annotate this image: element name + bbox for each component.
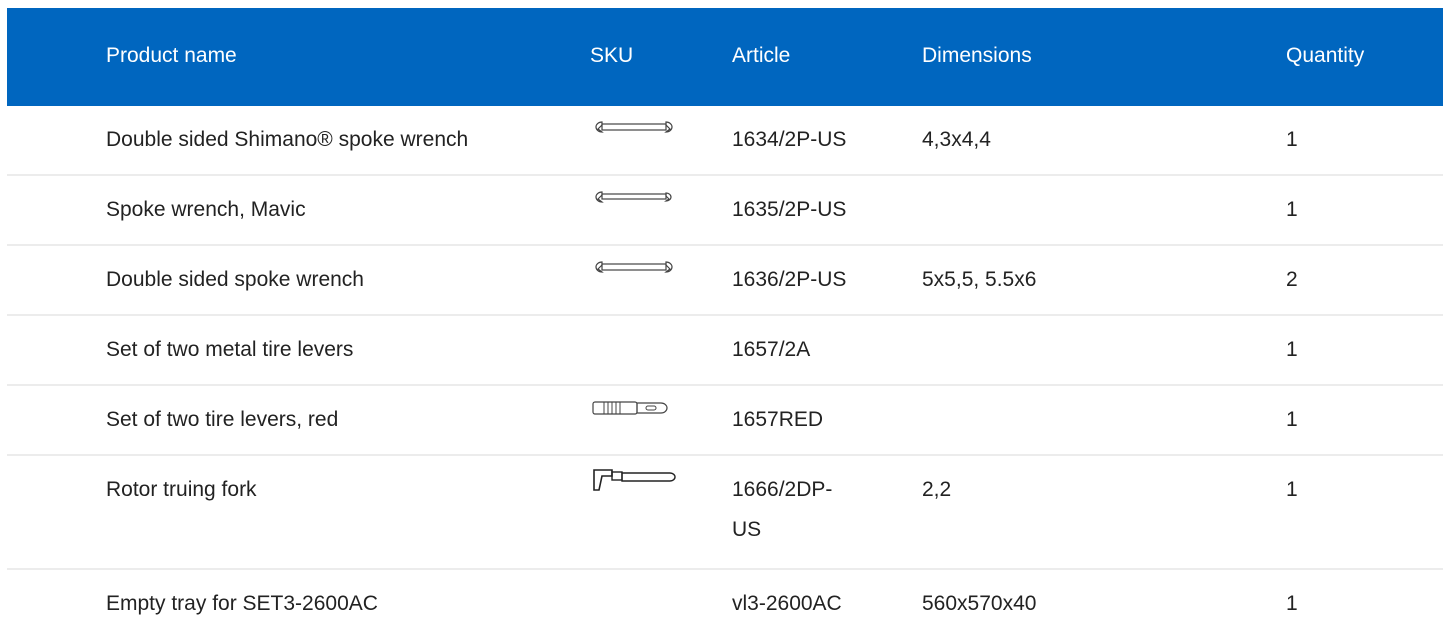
quantity: 1 — [1286, 592, 1298, 615]
table-row: Set of two tire levers, red 1657RED 1 — [7, 386, 1443, 456]
table-row: Rotor truing fork 1666/2DP-US 2,2 1 — [7, 456, 1443, 570]
double-spoke-wrench-icon — [595, 121, 673, 133]
product-name: Set of two tire levers, red — [106, 408, 339, 431]
dimensions: 2,2 — [922, 478, 952, 501]
table-row: Double sided Shimano® spoke wrench 1634/… — [7, 106, 1443, 176]
tire-lever-icon — [592, 401, 668, 415]
article-number: 1657RED — [732, 408, 824, 431]
header-dimensions: Dimensions — [922, 44, 1032, 67]
table-row: Set of two metal tire levers 1657/2A 1 — [7, 316, 1443, 386]
quantity: 1 — [1286, 198, 1298, 221]
header-article: Article — [732, 44, 791, 67]
quantity: 1 — [1286, 338, 1298, 361]
spoke-wrench-icon — [595, 191, 672, 203]
header-quantity: Quantity — [1286, 44, 1365, 67]
product-name: Rotor truing fork — [106, 478, 257, 501]
table-row: Spoke wrench, Mavic 1635/2P-US 1 — [7, 176, 1443, 246]
article-number: 1666/2DP-US — [732, 478, 833, 541]
quantity: 2 — [1286, 268, 1298, 291]
article-number: 1635/2P-US — [732, 198, 847, 221]
table-row: Empty tray for SET3-2600AC vl3-2600AC 56… — [7, 570, 1443, 634]
product-name: Empty tray for SET3-2600AC — [106, 592, 378, 615]
table-row: Double sided spoke wrench 1636/2P-US 5x5… — [7, 246, 1443, 316]
article-number: 1636/2P-US — [732, 268, 847, 291]
product-name: Set of two metal tire levers — [106, 338, 354, 361]
table-header: Product name SKU Article Dimensions Quan… — [7, 8, 1443, 106]
header-product-name: Product name — [106, 44, 237, 67]
product-name: Spoke wrench, Mavic — [106, 198, 306, 221]
dimensions: 4,3x4,4 — [922, 128, 991, 151]
quantity: 1 — [1286, 478, 1298, 501]
truing-fork-icon — [593, 469, 676, 491]
product-name: Double sided Shimano® spoke wrench — [106, 128, 469, 151]
quantity: 1 — [1286, 128, 1298, 151]
article-number: vl3-2600AC — [732, 592, 842, 615]
article-number: 1657/2A — [732, 338, 811, 361]
dimensions: 5x5,5, 5.5x6 — [922, 268, 1037, 291]
double-spoke-wrench-icon — [595, 261, 673, 273]
dimensions: 560x570x40 — [922, 592, 1037, 615]
quantity: 1 — [1286, 408, 1298, 431]
article-number: 1634/2P-US — [732, 128, 847, 151]
product-table: Product name SKU Article Dimensions Quan… — [7, 8, 1443, 634]
product-name: Double sided spoke wrench — [106, 268, 364, 291]
header-sku: SKU — [590, 44, 634, 67]
